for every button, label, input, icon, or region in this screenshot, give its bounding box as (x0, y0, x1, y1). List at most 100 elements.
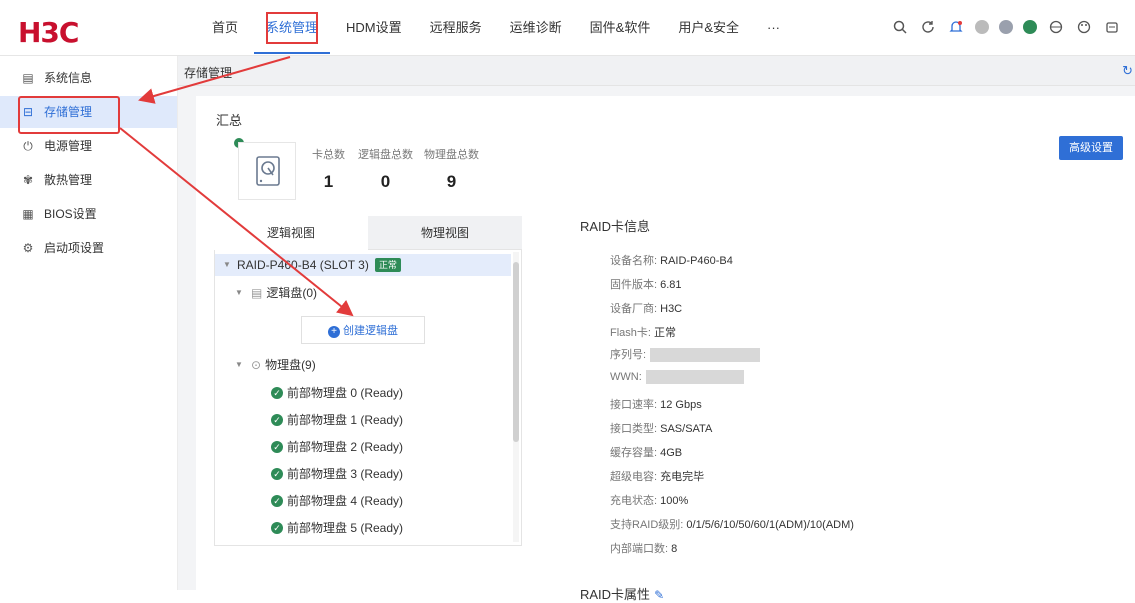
plus-icon: + (328, 326, 340, 338)
power-icon: ⏻ (23, 139, 33, 153)
tree-disk-item[interactable]: ✓ 前部物理盘 3 (Ready) (215, 463, 403, 485)
logical-disk-icon: ▤ (251, 286, 263, 300)
raid-info-title: RAID卡信息 (580, 219, 651, 234)
sidebar-item-label: 存储管理 (44, 105, 93, 119)
tree-physical-group[interactable]: ▼ ⊙ 物理盘(9) (215, 354, 316, 376)
raid-info-row: 支持RAID级别: 0/1/5/6/10/50/60/1(ADM)/10(ADM… (610, 519, 854, 531)
nav-firmware-software[interactable]: 固件&软件 (578, 0, 663, 56)
language-icon[interactable] (1047, 18, 1065, 36)
tree-controller[interactable]: ▼ RAID-P460-B4 (SLOT 3) 正常 (215, 254, 511, 276)
redacted-serial (650, 348, 761, 363)
nav-diagnostics[interactable]: 运维诊断 (498, 0, 574, 56)
sidebar-item-label: 系统信息 (44, 71, 93, 85)
main-nav: 首页 系统管理 HDM设置 远程服务 运维诊断 固件&软件 用户&安全 ··· (200, 0, 796, 56)
tree-disk-item[interactable]: ✓ 前部物理盘 4 (Ready) (215, 490, 403, 512)
storage-icon: ⊟ (22, 105, 34, 119)
nav-more[interactable]: ··· (755, 0, 792, 56)
check-circle-icon: ✓ (271, 468, 283, 480)
disk-label: 前部物理盘 4 (Ready) (287, 494, 404, 508)
disk-label: 前部物理盘 5 (Ready) (287, 521, 404, 535)
stat-label: 逻辑盘总数 (358, 149, 413, 161)
raid-info-row: Flash卡: 正常 (610, 327, 677, 339)
sidebar-item-label: 启动项设置 (44, 241, 105, 255)
hard-disk-icon (256, 156, 280, 186)
raid-info-row: 内部端口数: 8 (610, 543, 678, 555)
stat-value: 1 (323, 172, 334, 191)
check-circle-icon: ✓ (271, 495, 283, 507)
raid-info-row: 充电状态: 100% (610, 495, 689, 507)
sidebar-item-system-info[interactable]: ▤ 系统信息 (0, 62, 177, 94)
sidebar-item-boot[interactable]: ⚙ 启动项设置 (0, 232, 177, 264)
raid-info-row: 设备名称: RAID-P460-B4 (610, 255, 733, 267)
nav-hdm-settings[interactable]: HDM设置 (334, 0, 414, 56)
physical-disk-icon: ⊙ (251, 358, 262, 372)
advanced-settings-button[interactable]: 高级设置 (1059, 136, 1123, 160)
search-icon[interactable] (891, 18, 909, 36)
disk-label: 前部物理盘 0 (Ready) (287, 386, 404, 400)
stat-value: 0 (380, 172, 391, 191)
uid-icon[interactable] (999, 20, 1013, 34)
sidebar-item-bios[interactable]: ▦ BIOS设置 (0, 198, 177, 230)
tree-disk-item[interactable]: ✓ 前部物理盘 1 (Ready) (215, 409, 403, 431)
nav-system-management[interactable]: 系统管理 (254, 0, 331, 56)
sidebar-item-label: BIOS设置 (44, 207, 97, 221)
raid-info-row: 缓存容量: 4GB (610, 447, 683, 459)
check-circle-icon: ✓ (271, 414, 283, 426)
status-indicator-icon[interactable] (975, 20, 989, 34)
chevron-down-icon[interactable]: ▼ (233, 354, 245, 376)
tab-logical-view[interactable]: 逻辑视图 (214, 216, 368, 250)
check-circle-icon: ✓ (271, 441, 283, 453)
storage-tree: ▼ RAID-P460-B4 (SLOT 3) 正常 ▼ ▤ 逻辑盘(0) + 创… (214, 250, 522, 546)
user-icon[interactable] (1103, 18, 1121, 36)
page-refresh-icon[interactable]: ↻ (1122, 63, 1133, 79)
sidebar-item-label: 散热管理 (44, 173, 93, 187)
nav-home[interactable]: 首页 (200, 0, 250, 56)
disk-card-image (238, 142, 296, 200)
disk-label: 前部物理盘 1 (Ready) (287, 413, 404, 427)
tree-disk-item[interactable]: ✓ 前部物理盘 2 (Ready) (215, 436, 403, 458)
refresh-icon[interactable] (919, 18, 937, 36)
stat-logical-total: 逻辑盘总数 0 (358, 146, 413, 192)
physical-group-label: 物理盘(9) (265, 358, 316, 372)
gear-icon: ⚙ (22, 241, 34, 255)
tree-scrollbar-thumb[interactable] (513, 262, 519, 442)
raid-info-row: 接口速率: 12 Gbps (610, 399, 702, 411)
sidebar-item-cooling[interactable]: ✾ 散热管理 (0, 164, 177, 196)
check-circle-icon: ✓ (271, 522, 283, 534)
status-badge: 正常 (374, 258, 401, 272)
fan-icon: ✾ (22, 173, 34, 187)
stat-card-total: 卡总数 1 (312, 146, 345, 192)
raid-info-row: 固件版本: 6.81 (610, 279, 682, 291)
tab-physical-view[interactable]: 物理视图 (368, 216, 522, 250)
bios-icon: ▦ (22, 207, 34, 221)
raid-info-row: 超级电容: 充电完毕 (610, 471, 705, 483)
chevron-down-icon[interactable]: ▼ (221, 254, 233, 276)
storage-panel: 汇总 卡总数 1 逻辑盘总数 0 物理盘总数 9 高级设置 逻辑视图 物理视图 (196, 96, 1135, 602)
controller-label: RAID-P460-B4 (SLOT 3) (237, 258, 369, 272)
tree-disk-item[interactable]: ✓ 前部物理盘 0 (Ready) (215, 382, 403, 404)
raid-info-row: 序列号: (610, 346, 761, 363)
document-icon: ▤ (22, 71, 34, 85)
theme-icon[interactable] (1075, 18, 1093, 36)
create-logical-disk-button[interactable]: + 创建逻辑盘 (301, 316, 425, 344)
tree-disk-item[interactable]: ✓ 前部物理盘 5 (Ready) (215, 517, 403, 539)
create-button-label: 创建逻辑盘 (343, 325, 398, 337)
disk-label: 前部物理盘 3 (Ready) (287, 467, 404, 481)
raid-info-row: WWN: (610, 370, 744, 384)
chevron-down-icon[interactable]: ▼ (233, 282, 245, 304)
sidebar-item-power[interactable]: ⏻ 电源管理 (0, 130, 177, 162)
edit-icon[interactable]: ✎ (654, 588, 664, 602)
top-bar: H3C 首页 系统管理 HDM设置 远程服务 运维诊断 固件&软件 用户&安全 … (0, 0, 1135, 56)
nav-user-security[interactable]: 用户&安全 (666, 0, 751, 56)
raid-info-row: 接口类型: SAS/SATA (610, 423, 713, 435)
tree-logical-group[interactable]: ▼ ▤ 逻辑盘(0) (215, 282, 317, 304)
nav-remote-service[interactable]: 远程服务 (418, 0, 494, 56)
stat-value: 9 (446, 172, 457, 191)
sidebar-item-storage[interactable]: ⊟ 存储管理 (0, 96, 177, 134)
power-status-icon[interactable] (1023, 20, 1037, 34)
disk-label: 前部物理盘 2 (Ready) (287, 440, 404, 454)
h3c-logo: H3C (18, 16, 79, 49)
alarm-bell-icon[interactable] (947, 18, 965, 36)
logical-group-label: 逻辑盘(0) (266, 286, 318, 300)
stat-label: 物理盘总数 (424, 149, 479, 161)
